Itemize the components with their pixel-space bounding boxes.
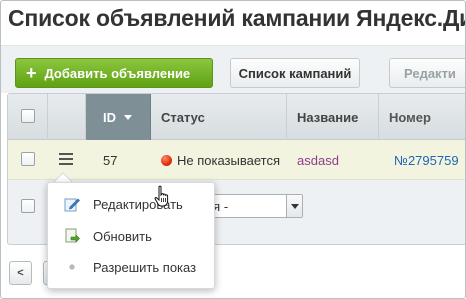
row-name-link[interactable]: asdasd: [297, 140, 339, 180]
edit-button[interactable]: Редакти: [389, 58, 465, 88]
header-menu-cell: [48, 94, 86, 140]
page-title: Список объявлений кампании Яндекс.Ди: [8, 5, 466, 31]
table-header: ID Статус Название Номер: [8, 94, 465, 140]
menu-item-edit[interactable]: Редактировать: [48, 191, 216, 217]
column-header-id-label: ID: [103, 109, 116, 125]
add-ad-button[interactable]: + Добавить объявление: [15, 58, 213, 88]
row-actions-menu-icon[interactable]: [59, 153, 73, 165]
footer-checkbox[interactable]: [21, 199, 35, 213]
row-id: 57: [103, 152, 118, 168]
header-checkbox-cell: [8, 94, 48, 140]
pencil-icon: [64, 198, 80, 212]
hand-pointer-icon: [154, 185, 169, 207]
campaign-list-button[interactable]: Список кампаний: [230, 58, 360, 88]
menu-item-refresh[interactable]: Обновить: [48, 223, 216, 249]
sort-desc-icon: [124, 114, 132, 120]
table-row: 57 Не показывается asdasd №2795759: [8, 140, 465, 180]
row-number-link[interactable]: №2795759: [394, 140, 459, 180]
bullet-dot-icon: [69, 264, 75, 270]
column-header-status[interactable]: Статус: [151, 94, 287, 140]
column-header-id[interactable]: ID: [86, 94, 151, 140]
row-status-label: Не показывается: [177, 152, 280, 168]
toolbar: + Добавить объявление Список кампаний Ре…: [1, 45, 465, 93]
plus-icon: +: [26, 63, 37, 83]
row-context-menu: Редактировать Обновить Разрешить показ: [47, 182, 215, 289]
add-ad-label: Добавить объявление: [44, 65, 191, 81]
chevron-down-icon[interactable]: [286, 195, 302, 217]
refresh-document-icon: [65, 228, 80, 243]
row-checkbox[interactable]: [21, 152, 35, 166]
select-all-checkbox[interactable]: [21, 109, 35, 123]
column-header-name[interactable]: Название: [287, 94, 379, 140]
menu-item-allow-show[interactable]: Разрешить показ: [48, 254, 216, 280]
app-window: Список объявлений кампании Яндекс.Ди + Д…: [0, 0, 466, 299]
menu-item-refresh-label: Обновить: [93, 228, 152, 244]
status-red-dot-icon: [161, 154, 172, 166]
row-status: Не показывается: [161, 140, 280, 180]
column-header-number[interactable]: Номер: [379, 94, 465, 140]
prev-page-button[interactable]: <: [9, 261, 32, 285]
menu-item-allow-show-label: Разрешить показ: [93, 259, 197, 275]
